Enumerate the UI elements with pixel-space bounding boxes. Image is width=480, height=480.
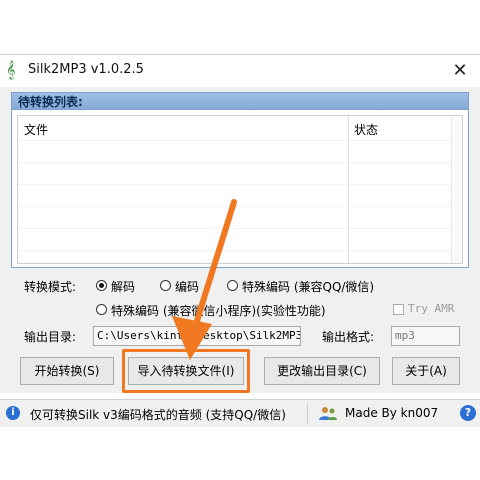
users-icon — [319, 407, 337, 420]
list-row-line — [18, 228, 451, 229]
radio-special-encode-qq-label[interactable]: 特殊编码 (兼容QQ/微信) — [242, 278, 374, 295]
window-title: Silk2MP3 v1.0.2.5 — [28, 62, 144, 77]
list-group-header: 待转换列表: — [11, 92, 469, 110]
output-format-field[interactable]: mp3 — [391, 326, 460, 346]
try-amr-label[interactable]: Try AMR — [408, 302, 454, 315]
status-info-text: 仅可转换Silk v3编码格式的音频 (支持QQ/微信) — [30, 408, 286, 422]
output-format-label: 输出格式: — [322, 330, 375, 344]
radio-special-encode-miniprogram-label[interactable]: 特殊编码 (兼容微信小程序)(实验性功能) — [111, 302, 326, 319]
help-icon[interactable]: ? — [460, 405, 476, 421]
client-area: 待转换列表: 文件 状态 转换模式: 解码 编码 特殊编码 (兼容QQ/微信) — [0, 87, 480, 393]
import-files-button[interactable]: 导入待转换文件(I) — [128, 357, 244, 385]
radio-decode[interactable] — [96, 280, 107, 291]
list-row-line — [18, 140, 451, 141]
output-dir-field[interactable]: C:\Users\kinth\Desktop\Silk2MP3\ — [93, 326, 301, 346]
output-dir-label: 输出目录: — [24, 330, 77, 344]
list-scroll-track[interactable] — [451, 116, 462, 263]
list-row-line — [18, 250, 451, 251]
app-window: 𝄞 Silk2MP3 v1.0.2.5 ✕ 待转换列表: 文件 状态 转换模式:… — [0, 54, 480, 427]
radio-decode-label[interactable]: 解码 — [111, 278, 135, 295]
about-button[interactable]: 关于(A) — [392, 357, 460, 385]
info-icon: i — [6, 406, 20, 420]
radio-encode-label[interactable]: 编码 — [175, 278, 199, 295]
music-note-icon: 𝄞 — [6, 60, 16, 79]
mode-label: 转换模式: — [24, 280, 77, 294]
column-divider — [348, 116, 349, 263]
radio-encode[interactable] — [160, 280, 171, 291]
status-bar: i 仅可转换Silk v3编码格式的音频 (支持QQ/微信) Made By k… — [0, 399, 480, 427]
title-bar: 𝄞 Silk2MP3 v1.0.2.5 ✕ — [0, 55, 480, 87]
radio-special-encode-miniprogram[interactable] — [96, 304, 107, 315]
list-row-line — [18, 162, 451, 163]
change-output-dir-button[interactable]: 更改输出目录(C) — [264, 357, 380, 385]
start-convert-button[interactable]: 开始转换(S) — [20, 357, 114, 385]
status-divider — [307, 404, 308, 424]
radio-special-encode-qq[interactable] — [227, 280, 238, 291]
close-button[interactable]: ✕ — [446, 59, 474, 83]
file-list[interactable]: 文件 状态 — [17, 115, 463, 264]
try-amr-checkbox[interactable] — [393, 304, 404, 315]
made-by-text: Made By kn007 — [345, 406, 439, 420]
list-row-line — [18, 184, 451, 185]
column-header-status[interactable]: 状态 — [354, 121, 378, 138]
column-header-file[interactable]: 文件 — [24, 121, 48, 138]
file-list-panel: 文件 状态 — [11, 110, 469, 268]
list-row-line — [18, 206, 451, 207]
